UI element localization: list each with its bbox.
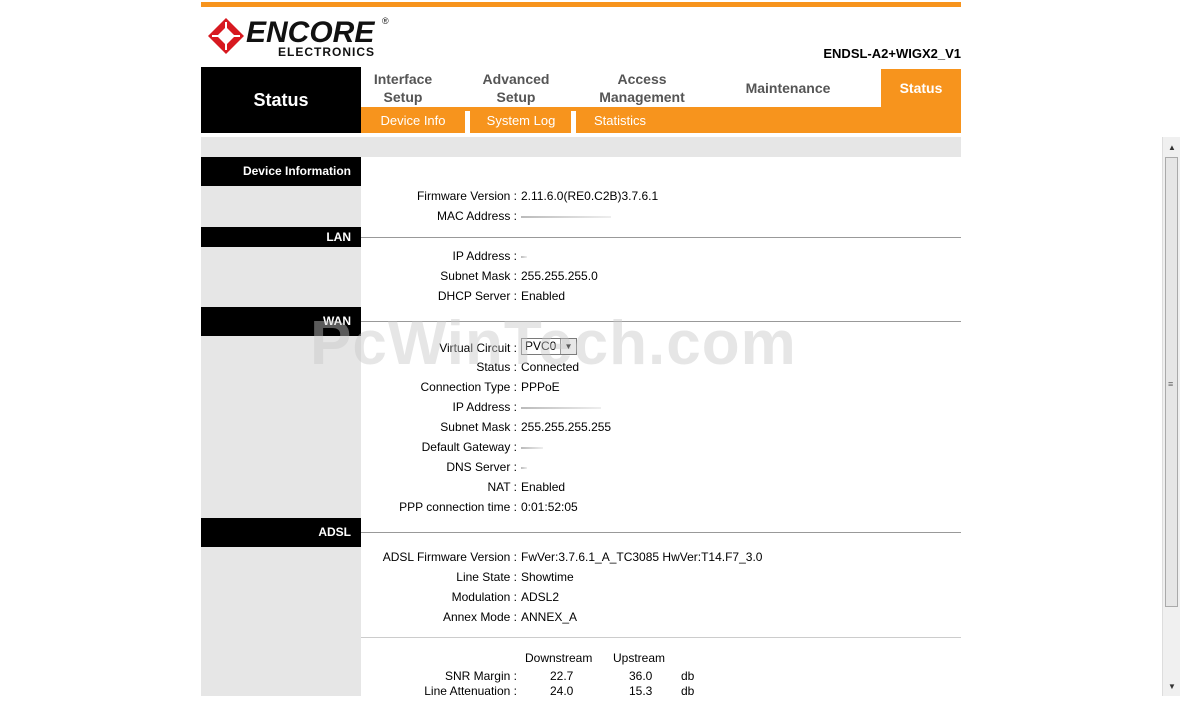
lan-dhcp-label: DHCP Server : xyxy=(437,289,517,303)
firmware-version-row: Firmware Version : 2.11.6.0(RE0.C2B)3.7.… xyxy=(361,186,961,206)
menu-interface-setup[interactable]: Interface Setup xyxy=(361,69,445,107)
sub-menu: Device Info System Log Statistics xyxy=(361,107,961,133)
wan-ip-redacted xyxy=(521,400,601,414)
wan-status-value: Connected xyxy=(521,360,580,374)
lan-dhcp-row: DHCP Server : Enabled xyxy=(361,286,961,306)
wan-mask-row: Subnet Mask : 255.255.255.255 xyxy=(361,417,961,437)
model-name: ENDSL-A2+WIGX2_V1 xyxy=(823,46,961,61)
adsl-modulation-label: Modulation : xyxy=(451,590,517,604)
wan-dns-row: DNS Server : xyxy=(361,457,961,477)
scroll-down-arrow-icon[interactable]: ▼ xyxy=(1163,678,1180,694)
scroll-up-arrow-icon[interactable]: ▲ xyxy=(1163,139,1180,155)
col-upstream-header: Upstream xyxy=(613,651,666,665)
wan-mask-label: Subnet Mask : xyxy=(440,420,517,434)
adsl-modulation-row: Modulation : ADSL2 xyxy=(361,587,961,607)
wan-status-row: Status : Connected xyxy=(361,357,961,377)
lan-mask-row: Subnet Mask : 255.255.255.0 xyxy=(361,266,961,286)
lan-ip-label: IP Address : xyxy=(452,249,517,263)
menu-advanced-setup[interactable]: Advanced Setup xyxy=(461,69,571,107)
wan-connection-type-label: Connection Type : xyxy=(420,380,517,394)
wan-nat-value: Enabled xyxy=(521,480,566,494)
virtual-circuit-selected: PVC0 xyxy=(525,339,557,353)
mac-address-label: MAC Address : xyxy=(436,209,517,223)
scrollbar-grip-icon: ≡ xyxy=(1168,379,1174,389)
chevron-down-icon[interactable]: ▼ xyxy=(560,339,576,354)
logo-subtext: ELECTRONICS xyxy=(278,45,375,59)
firmware-version-value: 2.11.6.0(RE0.C2B)3.7.6.1 xyxy=(521,189,659,203)
submenu-system-log[interactable]: System Log xyxy=(473,107,569,133)
adsl-modulation-value: ADSL2 xyxy=(521,590,560,604)
main-menu: Interface Setup Advanced Setup Access Manag… xyxy=(361,67,961,107)
submenu-separator xyxy=(571,111,576,133)
wan-gateway-redacted xyxy=(521,440,543,454)
divider xyxy=(361,532,961,533)
menu-maintenance[interactable]: Maintenance xyxy=(721,69,855,107)
wan-nat-label: NAT : xyxy=(487,480,517,494)
adsl-annex-value: ANNEX_A xyxy=(521,610,578,624)
wan-connection-type-row: Connection Type : PPPoE xyxy=(361,377,961,397)
svg-text:®: ® xyxy=(382,16,389,26)
adsl-annex-row: Annex Mode : ANNEX_A xyxy=(361,607,961,627)
wan-dns-label: DNS Server : xyxy=(446,460,517,474)
mac-address-redacted xyxy=(521,209,611,223)
section-device-information: Device Information xyxy=(201,157,361,186)
submenu-separator xyxy=(465,111,470,133)
menu-status[interactable]: Status xyxy=(881,69,961,107)
wan-virtual-circuit-label: Virtual Circuit : xyxy=(439,341,517,355)
wan-nat-row: NAT : Enabled xyxy=(361,477,961,497)
vertical-scrollbar[interactable]: ▲ ≡ ▼ xyxy=(1162,137,1180,696)
top-accent-line xyxy=(201,2,961,7)
section-wan: WAN xyxy=(201,307,361,336)
adsl-firmware-value: FwVer:3.7.6.1_A_TC3085 HwVer:T14.F7_3.0 xyxy=(521,550,763,564)
menu-access-management[interactable]: Access Management xyxy=(581,69,703,107)
wan-ip-label: IP Address : xyxy=(452,400,517,414)
firmware-version-label: Firmware Version : xyxy=(416,189,517,203)
encore-logo: ENCORE ELECTRONICS ® xyxy=(206,12,396,60)
line-attenuation-row: Line Attenuation : xyxy=(361,681,961,701)
lan-dhcp-value: Enabled xyxy=(521,289,566,303)
submenu-device-info[interactable]: Device Info xyxy=(369,107,457,133)
wan-ppp-time-label: PPP connection time : xyxy=(399,500,517,514)
wan-virtual-circuit-row: Virtual Circuit : PVC0 ▼ xyxy=(361,338,961,358)
section-lan: LAN xyxy=(201,227,361,247)
divider xyxy=(361,637,961,638)
section-adsl: ADSL xyxy=(201,518,361,547)
wan-connection-type-value: PPPoE xyxy=(521,380,560,394)
lan-mask-value: 255.255.255.0 xyxy=(521,269,598,283)
adsl-line-state-label: Line State : xyxy=(456,570,517,584)
content-top-strip xyxy=(201,137,961,157)
divider xyxy=(361,321,961,322)
virtual-circuit-select[interactable]: PVC0 ▼ xyxy=(521,338,577,355)
mac-address-row: MAC Address : xyxy=(361,206,961,226)
wan-ip-row: IP Address : xyxy=(361,397,961,417)
adsl-annex-label: Annex Mode : xyxy=(442,610,517,624)
wan-status-label: Status : xyxy=(476,360,517,374)
lan-ip-redacted xyxy=(521,249,527,263)
lan-ip-row: IP Address : xyxy=(361,246,961,266)
wan-gateway-label: Default Gateway : xyxy=(421,440,517,454)
col-downstream-header: Downstream xyxy=(525,651,593,665)
wan-dns-redacted xyxy=(521,460,527,474)
lan-mask-label: Subnet Mask : xyxy=(440,269,517,283)
wan-mask-value: 255.255.255.255 xyxy=(521,420,612,434)
wan-gateway-row: Default Gateway : xyxy=(361,437,961,457)
section-title: Status xyxy=(201,67,361,133)
divider xyxy=(361,237,961,238)
adsl-line-state-value: Showtime xyxy=(521,570,574,584)
router-status-page: ENCORE ELECTRONICS ® ENDSL-A2+WIGX2_V1 S… xyxy=(0,0,1180,698)
adsl-firmware-label: ADSL Firmware Version : xyxy=(382,550,517,564)
wan-ppp-time-row: PPP connection time : 0:01:52:05 xyxy=(361,497,961,517)
submenu-statistics[interactable]: Statistics xyxy=(579,107,661,133)
wan-ppp-time-value: 0:01:52:05 xyxy=(521,500,578,514)
adsl-firmware-row: ADSL Firmware Version : FwVer:3.7.6.1_A_… xyxy=(361,547,961,567)
adsl-line-state-row: Line State : Showtime xyxy=(361,567,961,587)
